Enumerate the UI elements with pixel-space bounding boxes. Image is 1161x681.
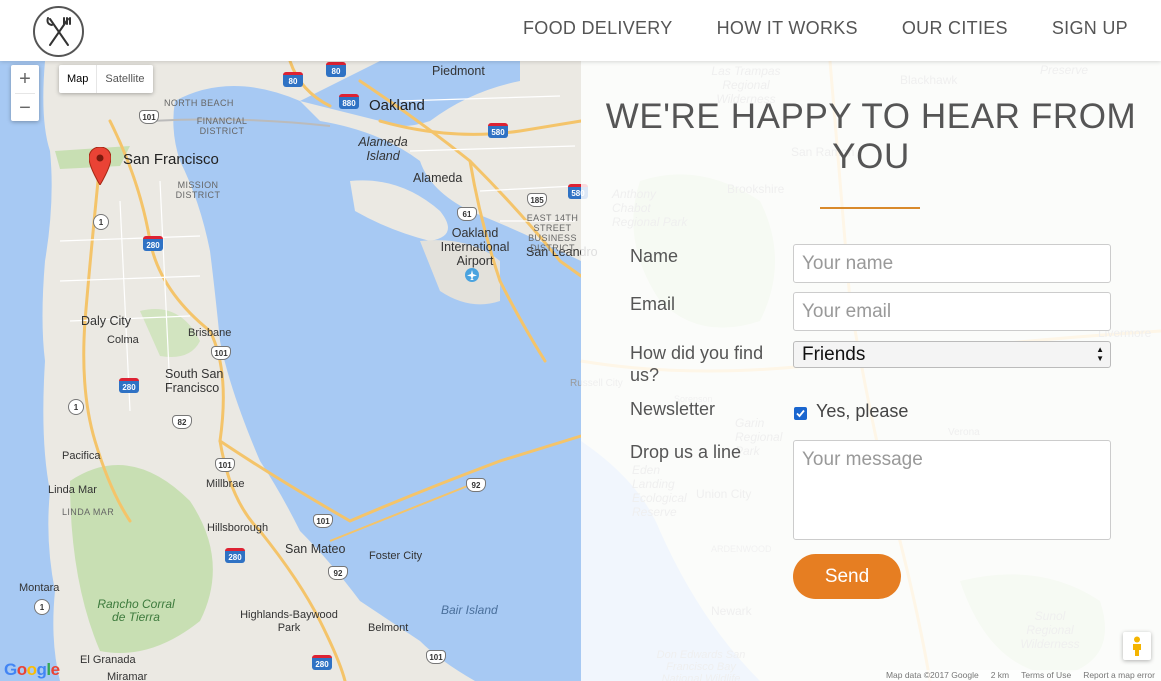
highway-shield: 280 bbox=[225, 548, 245, 563]
contact-title: WE'RE HAPPY TO HEAR FROM YOU bbox=[605, 97, 1137, 176]
newsletter-option[interactable]: Yes, please bbox=[816, 401, 908, 422]
highway-shield: 1 bbox=[93, 214, 109, 230]
newsletter-checkbox[interactable] bbox=[794, 407, 807, 420]
fork-knife-icon bbox=[46, 16, 71, 46]
zoom-control: + − bbox=[11, 65, 39, 121]
highway-shield: 101 bbox=[211, 346, 231, 360]
airport-icon bbox=[465, 268, 479, 282]
highway-shield: 280 bbox=[312, 655, 332, 670]
zoom-out-button[interactable]: − bbox=[11, 94, 39, 122]
highway-shield: 92 bbox=[328, 566, 348, 580]
newsletter-label: Newsletter bbox=[630, 399, 716, 419]
zoom-in-button[interactable]: + bbox=[11, 65, 39, 93]
highway-shield: 101 bbox=[215, 458, 235, 472]
highway-shield: 80 bbox=[283, 72, 303, 87]
site-header: FOOD DELIVERY HOW IT WORKS OUR CITIES SI… bbox=[0, 0, 1161, 61]
highway-shield: 101 bbox=[313, 514, 333, 528]
highway-shield: 61 bbox=[457, 207, 477, 221]
map-type-control: Map Satellite bbox=[59, 65, 153, 93]
select-arrows-icon: ▲ ▼ bbox=[1096, 345, 1104, 363]
message-label: Drop us a line bbox=[630, 442, 742, 462]
highway-shield: 1 bbox=[68, 399, 84, 415]
nav-how-it-works[interactable]: HOW IT WORKS bbox=[717, 18, 858, 39]
highway-shield: 80 bbox=[326, 62, 346, 77]
message-textarea[interactable] bbox=[793, 440, 1111, 540]
find-us-selected: Friends bbox=[802, 343, 866, 365]
highway-shield: 185 bbox=[527, 193, 547, 207]
highway-shield: 101 bbox=[139, 110, 159, 124]
google-logo[interactable]: Google bbox=[4, 660, 60, 680]
logo[interactable] bbox=[33, 6, 84, 57]
nav-food-delivery[interactable]: FOOD DELIVERY bbox=[523, 18, 673, 39]
highway-shield: 580 bbox=[488, 123, 508, 138]
nav-our-cities[interactable]: OUR CITIES bbox=[902, 18, 1008, 39]
main-nav: FOOD DELIVERY HOW IT WORKS OUR CITIES SI… bbox=[523, 18, 1128, 39]
map-type-map-button[interactable]: Map bbox=[59, 65, 98, 93]
email-label: Email bbox=[630, 294, 676, 314]
highway-shield: 1 bbox=[34, 599, 50, 615]
map-marker-icon[interactable] bbox=[89, 147, 111, 185]
checkmark-icon bbox=[796, 409, 805, 418]
email-input[interactable] bbox=[793, 292, 1111, 331]
send-button[interactable]: Send bbox=[793, 554, 901, 599]
highway-shield: 101 bbox=[426, 650, 446, 664]
nav-sign-up[interactable]: SIGN UP bbox=[1052, 18, 1128, 39]
name-input[interactable] bbox=[793, 244, 1111, 283]
contact-panel: WE'RE HAPPY TO HEAR FROM YOU Name Email … bbox=[581, 61, 1161, 681]
highway-shield: 280 bbox=[119, 378, 139, 393]
find-us-label: How did you find us? bbox=[630, 343, 764, 385]
find-us-select[interactable]: Friends ▲ ▼ bbox=[793, 341, 1111, 368]
highway-shield: 880 bbox=[339, 94, 359, 109]
highway-shield: 280 bbox=[143, 236, 163, 251]
highway-shield: 82 bbox=[172, 415, 192, 429]
name-label: Name bbox=[630, 246, 679, 266]
highway-shield: 92 bbox=[466, 478, 486, 492]
title-divider bbox=[820, 207, 920, 209]
map-type-satellite-button[interactable]: Satellite bbox=[97, 65, 152, 93]
